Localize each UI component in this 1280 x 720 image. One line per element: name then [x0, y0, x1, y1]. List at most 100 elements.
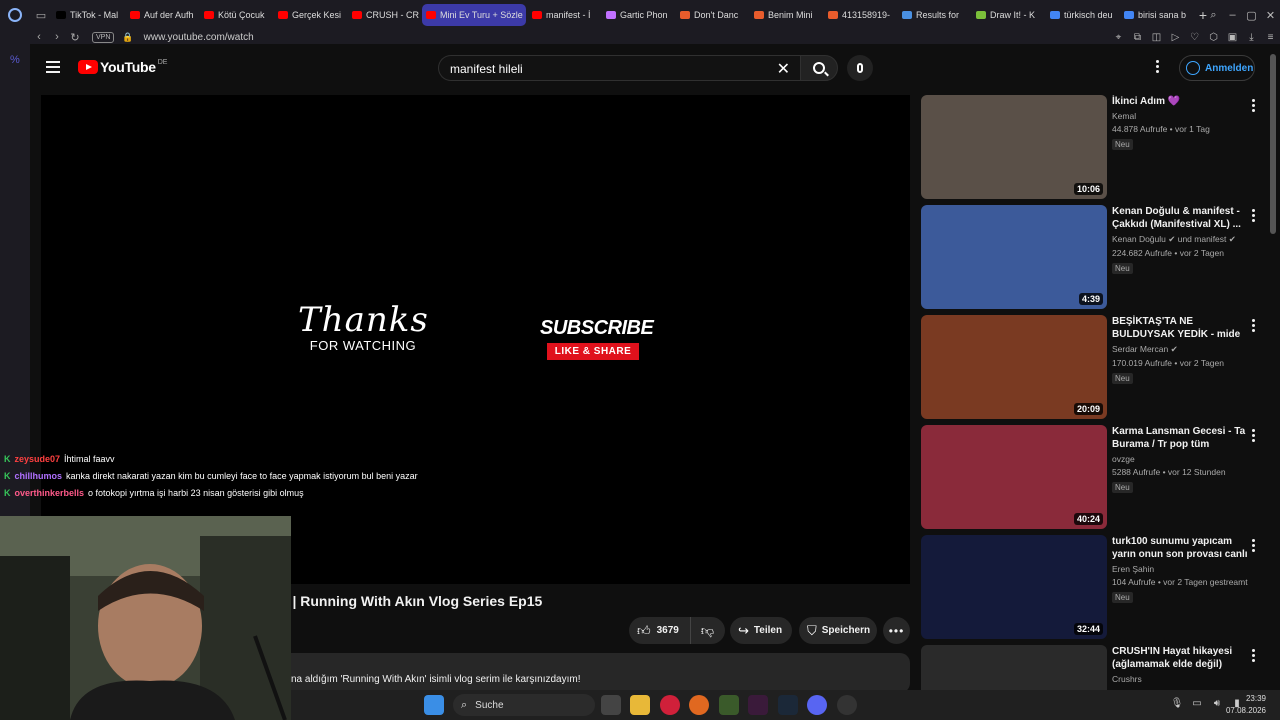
- browser-tab[interactable]: TikTok - Mal: [52, 4, 124, 26]
- like-button[interactable]: 👍︎ 3679: [629, 617, 691, 644]
- recommendation-item[interactable]: 20:09 BEŞİKTAŞ'TA NE BULDUYSAK YEDİK - mi…: [921, 315, 1266, 425]
- signin-button[interactable]: Anmelden: [1179, 55, 1255, 81]
- settings-kebab-icon[interactable]: [1156, 60, 1160, 75]
- browser-tab[interactable]: Kötü Çocuk: [200, 4, 272, 26]
- browser-tab[interactable]: türkisch deu: [1046, 4, 1118, 26]
- heart-icon[interactable]: ♡: [1185, 32, 1204, 43]
- vpn-badge[interactable]: VPN: [92, 31, 115, 43]
- forward-icon[interactable]: ›: [48, 31, 66, 43]
- recommendation-thumbnail[interactable]: 4:39: [921, 205, 1107, 309]
- voice-search-button[interactable]: [847, 55, 873, 81]
- start-icon[interactable]: [424, 695, 444, 715]
- recommendation-item[interactable]: 40:24 Karma Lansman Gecesi - Ta Burama / …: [921, 425, 1266, 535]
- hamburger-menu-icon[interactable]: [46, 61, 60, 73]
- recommendation-title[interactable]: Kenan Doğulu & manifest - Çakkıdı (Manif…: [1112, 205, 1252, 231]
- recommendation-thumbnail[interactable]: 20:09: [921, 315, 1107, 419]
- item-menu-icon[interactable]: [1252, 429, 1256, 444]
- volume-icon[interactable]: 🔊︎: [1207, 698, 1227, 709]
- discord-icon[interactable]: [807, 695, 827, 715]
- recommendation-title[interactable]: Karma Lansman Gecesi - Ta Burama / Tr po…: [1112, 425, 1252, 451]
- dislike-button[interactable]: 👎︎: [691, 622, 724, 640]
- browser-tab[interactable]: Draw It! - K: [972, 4, 1044, 26]
- item-menu-icon[interactable]: [1252, 209, 1256, 224]
- chat-username[interactable]: overthinkerbells: [15, 488, 85, 498]
- recommendation-title[interactable]: BEŞİKTAŞ'TA NE BULDUYSAK YEDİK - mide fe…: [1112, 315, 1252, 341]
- share-button[interactable]: ↪ Teilen: [730, 617, 792, 644]
- network-icon[interactable]: ▭: [1187, 698, 1207, 709]
- opera-logo-icon[interactable]: [0, 0, 30, 30]
- browser-tab[interactable]: Gartic Phon: [602, 4, 674, 26]
- minimize-icon[interactable]: –: [1223, 9, 1242, 21]
- browser-tab[interactable]: Mini Ev Turu + Sözle: [422, 4, 526, 26]
- recommendation-item[interactable]: CRUSH'IN Hayat hikayesi (ağlamamak elde …: [921, 645, 1266, 690]
- maximize-icon[interactable]: ▢: [1242, 9, 1261, 22]
- extensions-icon[interactable]: ⬡: [1204, 32, 1223, 43]
- tab-overview-icon[interactable]: ▭: [30, 0, 52, 30]
- channel-name[interactable]: Kenan Doğulu ✔ und manifest ✔: [1112, 234, 1252, 245]
- channel-name[interactable]: Kemal: [1112, 111, 1252, 121]
- firefox-icon[interactable]: [689, 695, 709, 715]
- browser-tab[interactable]: Gerçek Kesi: [274, 4, 346, 26]
- browser-tab[interactable]: Auf der Aufh: [126, 4, 198, 26]
- microphone-tray-icon[interactable]: 🎙︎: [1167, 698, 1187, 709]
- clear-search-icon[interactable]: ✕: [777, 59, 790, 79]
- more-actions-button[interactable]: •••: [883, 617, 910, 644]
- item-menu-icon[interactable]: [1252, 319, 1256, 334]
- close-window-icon[interactable]: ✕: [1261, 9, 1280, 22]
- scrollbar[interactable]: [1270, 54, 1276, 234]
- recommendation-item[interactable]: 32:44 turk100 sunumu yapıcam yarın onun s…: [921, 535, 1266, 645]
- browser-tab[interactable]: CRUSH - CR: [348, 4, 420, 26]
- recommendation-thumbnail[interactable]: 10:06: [921, 95, 1107, 199]
- browser-tab[interactable]: Don't Danc: [676, 4, 748, 26]
- file-explorer-icon[interactable]: [630, 695, 650, 715]
- browser-tab[interactable]: manifest - İ: [528, 4, 600, 26]
- chat-username[interactable]: chillhumos: [15, 471, 63, 481]
- recommendation-item[interactable]: 4:39 Kenan Doğulu & manifest - Çakkıdı (M…: [921, 205, 1266, 315]
- task-view-icon[interactable]: [601, 695, 621, 715]
- play-icon[interactable]: ▷: [1166, 32, 1185, 43]
- recommendation-thumbnail[interactable]: [921, 645, 1107, 690]
- search-tabs-icon[interactable]: ⌕: [1204, 9, 1223, 22]
- search-button[interactable]: [800, 55, 838, 81]
- channel-name[interactable]: Crushrs: [1112, 674, 1252, 684]
- clock[interactable]: 23:39 07.08.2026: [1226, 693, 1266, 717]
- browser-tab[interactable]: birisi sana b: [1120, 4, 1192, 26]
- taskbar-search[interactable]: ⌕ Suche: [453, 694, 595, 716]
- recommendation-title[interactable]: İkinci Adım 💜: [1112, 95, 1252, 108]
- chat-username[interactable]: zeysude07: [15, 454, 61, 464]
- reload-icon[interactable]: ↻: [66, 31, 84, 44]
- recommendation-item[interactable]: 10:06 İkinci Adım 💜 Kemal 44.878 Aufrufe • …: [921, 95, 1266, 205]
- url-field[interactable]: www.youtube.com/watch: [144, 32, 254, 43]
- pin-icon[interactable]: ⌖: [1109, 32, 1128, 43]
- channel-name[interactable]: Serdar Mercan ✔: [1112, 344, 1252, 355]
- camera-icon[interactable]: ◫: [1147, 32, 1166, 43]
- obs-icon[interactable]: [837, 695, 857, 715]
- menu-icon[interactable]: ≡: [1261, 32, 1280, 43]
- recommendation-title[interactable]: turk100 sunumu yapıcam yarın onun son pr…: [1112, 535, 1252, 561]
- back-icon[interactable]: ‹: [30, 31, 48, 43]
- share-label: Teilen: [753, 625, 783, 636]
- channel-name[interactable]: ovzge: [1112, 454, 1252, 464]
- item-menu-icon[interactable]: [1252, 649, 1256, 664]
- browser-tab[interactable]: Results for: [898, 4, 970, 26]
- item-menu-icon[interactable]: [1252, 99, 1256, 114]
- sidebar-ai-icon[interactable]: %: [10, 54, 20, 66]
- snapshot-icon[interactable]: ⧉: [1128, 32, 1147, 43]
- save-button[interactable]: ⛉ Speichern: [799, 617, 877, 644]
- steam-icon[interactable]: [778, 695, 798, 715]
- opera-taskbar-icon[interactable]: [660, 695, 680, 715]
- browser-tab[interactable]: Benim Mini: [750, 4, 822, 26]
- channel-name[interactable]: Eren Şahin: [1112, 564, 1252, 574]
- recommendation-thumbnail[interactable]: 40:24: [921, 425, 1107, 529]
- app-icon[interactable]: [748, 695, 768, 715]
- download-icon[interactable]: ⤓: [1242, 32, 1261, 43]
- youtube-logo[interactable]: YouTube DE: [78, 59, 167, 75]
- browser-tab[interactable]: 413158919-: [824, 4, 896, 26]
- recommendation-title[interactable]: CRUSH'IN Hayat hikayesi (ağlamamak elde …: [1112, 645, 1252, 671]
- wallet-icon[interactable]: ▣: [1223, 32, 1242, 43]
- item-menu-icon[interactable]: [1252, 539, 1256, 554]
- search-input[interactable]: manifest hileli ✕: [438, 55, 800, 81]
- video-player[interactable]: Thanks FOR WATCHING SUBSCRIBE LIKE & SHA…: [41, 95, 910, 584]
- minecraft-icon[interactable]: [719, 695, 739, 715]
- recommendation-thumbnail[interactable]: 32:44: [921, 535, 1107, 639]
